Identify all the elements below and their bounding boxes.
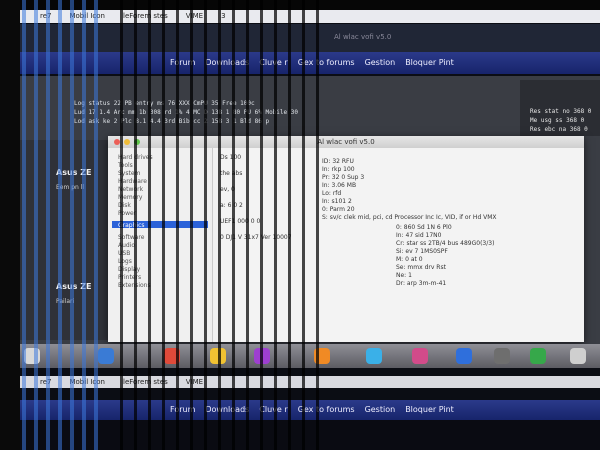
system-info-window: Al wlac vofi v5.0 Hard drives Tools Syst… [108,136,584,342]
trash-icon[interactable] [570,348,586,364]
scan-band [22,0,26,450]
stat-row: Res stat no 368 0 [530,108,592,115]
scan-band [274,0,277,450]
detail-row: Ds 100 [220,154,242,161]
detail-row: Se: mmx drv Rst [396,264,446,271]
scan-band [82,0,86,450]
detail-row: Dr: arp 3m-m-41 [396,280,447,287]
stat-row: Me usg ss 368 0 [530,117,585,124]
tab-downloads[interactable]: Downloads [205,52,249,74]
menu-bar: re7 Mobil Icon leForem stes VIME 3 [14,10,600,23]
menu-bar-reflection: re7 Mobil Icon leForem stes VIME [14,376,600,388]
scan-band [34,0,38,450]
terminal-line: Lod ask ke 2 Plc 8.1 4.4 3rd Bib cc 2 15… [74,118,270,125]
detail-row: M: 0 at 0 [396,256,423,263]
app-icon[interactable] [366,348,382,364]
detail-row: S: sv/c clek mid, pci, cd Processor Inc … [322,214,497,221]
tab-gestion: Gestion [364,405,396,414]
app-icon[interactable] [494,348,510,364]
scan-band [120,0,123,450]
detail-row: In: 3.06 MB [322,182,357,189]
terminal-line: Lud 17 1.4 Arc mm 1b 308 rd 1% 4 MC D 13… [74,109,298,116]
stat-row: Res ebc na 368 0 [530,126,588,133]
app-icon[interactable] [412,348,428,364]
minimize-icon[interactable] [124,139,130,145]
detail-row: In: 47 sid 17N0 [396,232,442,239]
scan-band [302,0,305,450]
scan-band [190,0,193,450]
detail-row: Si: ev 7 1MS0SPF [396,248,448,255]
photo-of-monitor: re7 Mobil Icon leForem stes VIME 3 Al wl… [0,0,600,450]
detail-row: UEF1 000 0 0 [220,218,261,225]
monitor-bezel-bottom [0,420,600,450]
detail-row: 0: Parm 20 [322,206,355,213]
tab-downloads: Downloads [205,405,250,414]
monitor-bezel-left [0,0,20,450]
app-icon[interactable] [530,348,546,364]
scan-band [246,0,249,450]
scan-band [218,0,221,450]
detail-row: Ne: 1 [396,272,412,279]
detail-row: In: s101 2 [322,198,352,205]
window-title: Al wlac vofi v5.0 [317,138,375,146]
bookmarks-bar-reflection: Forum Downloads Cluve r Gex to forums Ge… [14,400,600,420]
tab-bloquer: Bloquer Pint [405,405,454,414]
window-title: Al wlac vofi v5.0 [334,33,392,41]
tab-gestion[interactable]: Gestion [365,52,396,74]
scan-band [58,0,62,450]
detail-row: Lo: rfd [322,190,342,197]
stats-widget: Res stat no 368 0 Me usg ss 368 0 Res eb… [520,80,600,136]
scan-band [176,0,179,450]
menu-item: VIME [185,378,204,386]
scan-band [316,0,319,450]
scan-band [70,0,74,450]
detail-row: 0 DJ1 V 31x7 Ver 10007 [220,234,292,241]
scan-band [148,0,151,450]
menu-item[interactable]: Mobil Icon [69,10,105,23]
browser-chrome-band: Al wlac vofi v5.0 [14,24,600,52]
scan-band [46,0,50,450]
detail-row: Cr: star ss 2TB/4 bus 489G0(3/3) [396,240,495,247]
scan-band [260,0,263,450]
bookmarks-bar: Forum Downloads Cluve r Gex to forums Ge… [14,52,600,74]
menu-item: Mobil Icon [69,378,105,386]
tab-forums[interactable]: Gex to forums [298,52,355,74]
detail-row: 0: 860 Sd 1N 6 Pl0 [396,224,452,231]
app-icon[interactable] [456,348,472,364]
tab-forums: Gex to forums [297,405,355,414]
chat-panel: Asus ZE Eem pn ll Asus ZE Pailari [14,140,114,340]
dock [14,344,600,368]
sidebar: Hard drives Tools System Hardware Networ… [108,148,213,342]
scan-band [288,0,291,450]
window-titlebar: Al wlac vofi v5.0 [108,136,584,148]
scan-band [232,0,235,450]
menu-item[interactable]: VIME [186,10,203,23]
scan-band [162,0,165,450]
menu-item[interactable]: 3 [221,10,225,23]
app-icon[interactable] [98,348,114,364]
scan-band [134,0,137,450]
detail-row: Pr: 32 0 Sup 3 [322,174,365,181]
detail-row: In: rkp 100 [322,166,355,173]
tab-bloquer[interactable]: Bloquer Pint [405,52,454,74]
scan-band [204,0,207,450]
detail-row: ID: 32 RFU [322,158,354,165]
scan-band [94,0,98,450]
